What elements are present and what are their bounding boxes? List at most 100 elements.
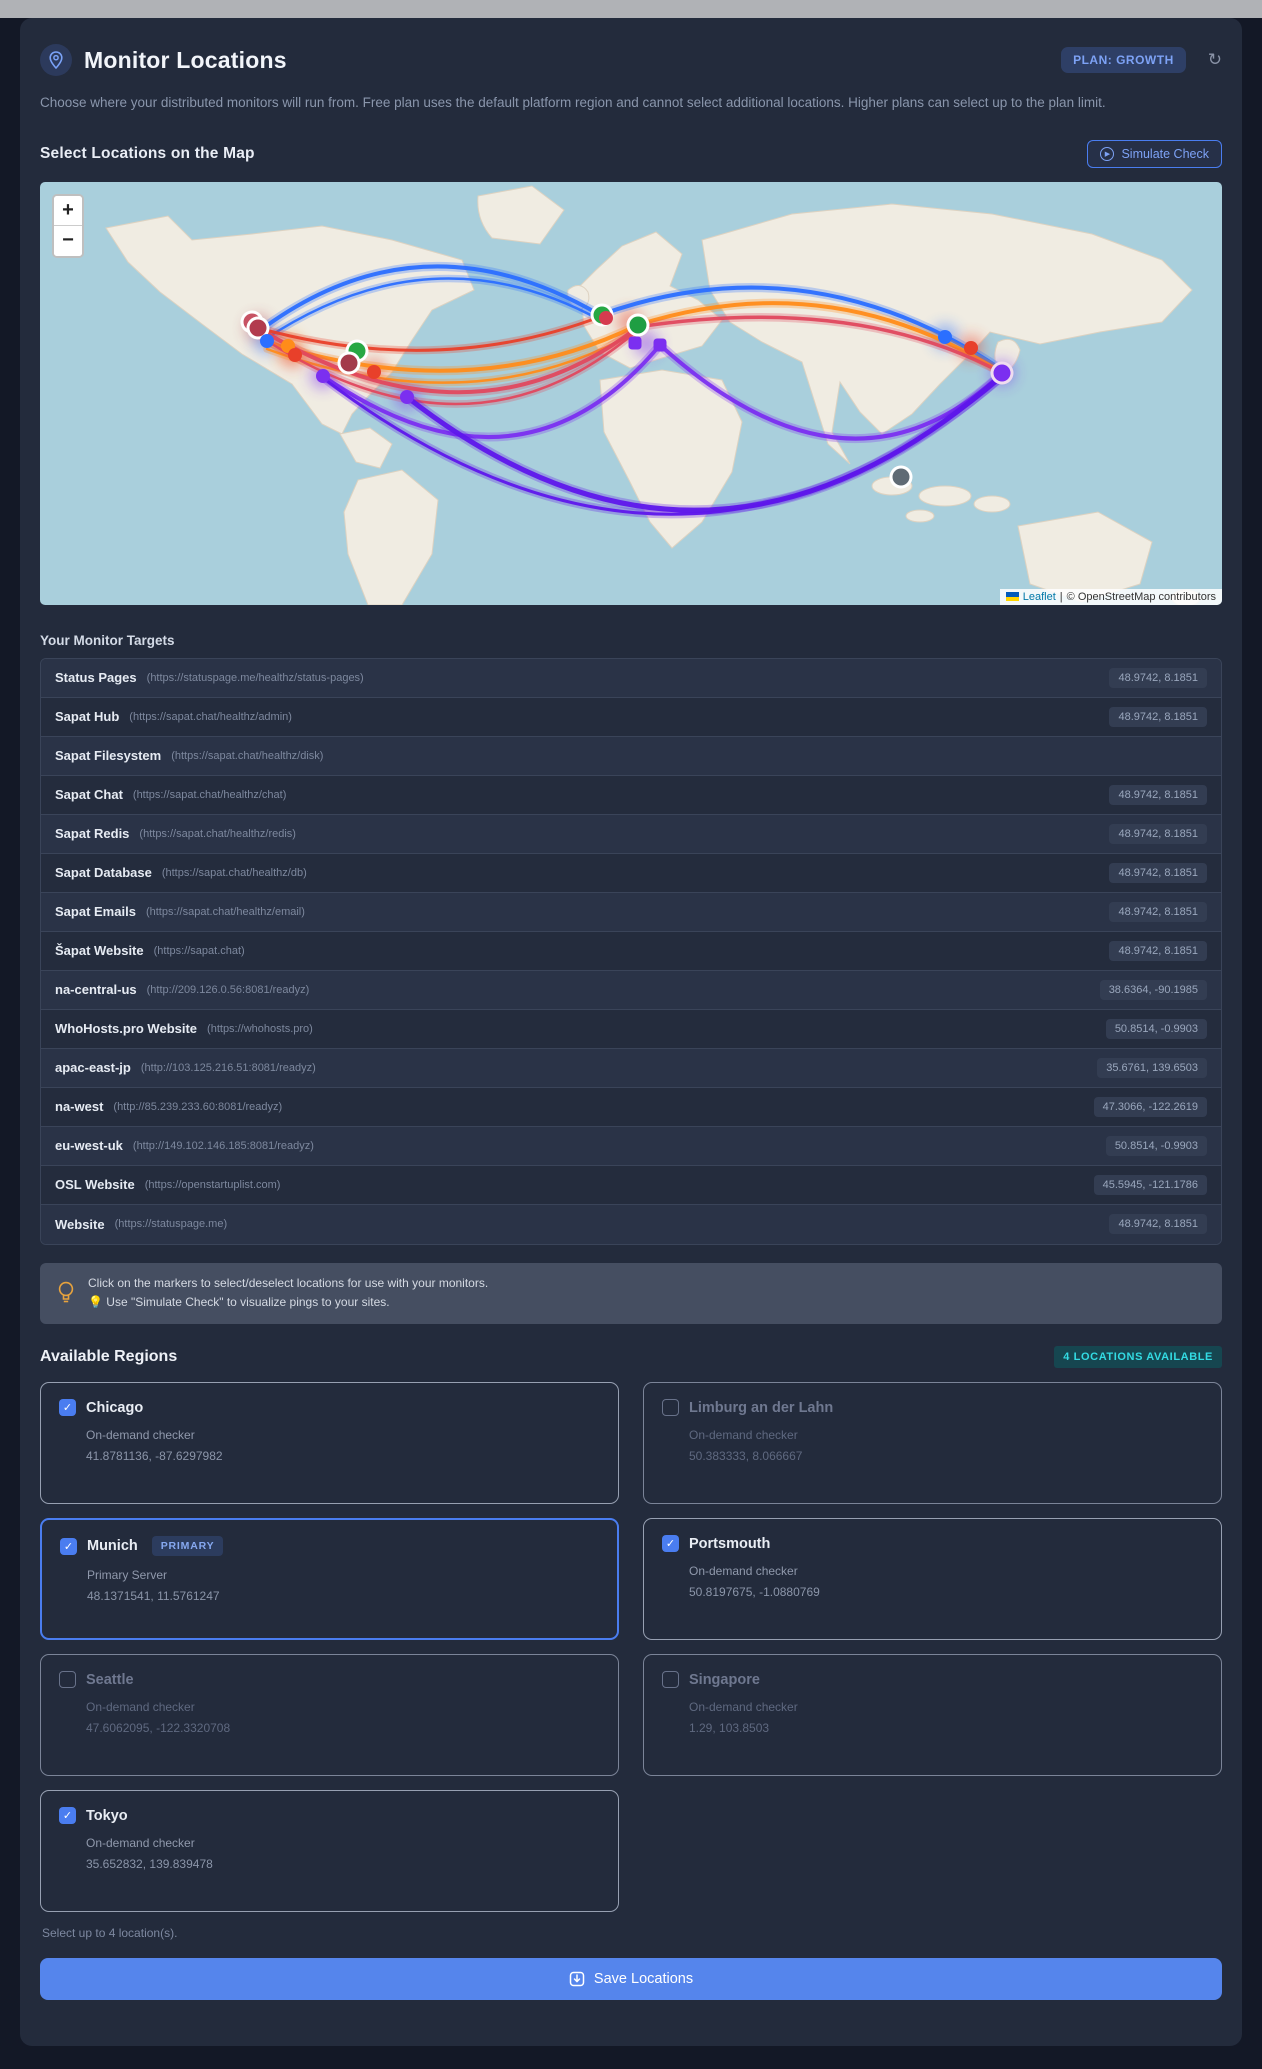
page-title: Monitor Locations (84, 46, 287, 73)
map-marker-square[interactable] (653, 338, 667, 352)
map-attribution: Leaflet | © OpenStreetMap contributors (999, 588, 1222, 605)
save-icon (569, 1971, 585, 1987)
target-row[interactable]: na-west (http://85.239.233.60:8081/readyz… (41, 1087, 1221, 1127)
plan-badge: PLAN: GROWTH (1061, 47, 1186, 73)
map-marker-dot[interactable] (316, 368, 330, 383)
region-cards-grid: ✓ Chicago On-demand checker 41.8781136, -87… (40, 1382, 1222, 1913)
target-row[interactable]: Sapat Hub (https://sapat.chat/healthz/adm… (41, 697, 1221, 737)
map-marker[interactable] (892, 468, 910, 486)
region-card-limburg-an-der-lahn[interactable]: Limburg an der Lahn On-demand checker 50.3… (643, 1382, 1222, 1505)
target-name: Šapat Website (55, 943, 144, 959)
region-name: Chicago (86, 1399, 144, 1416)
target-row[interactable]: Sapat Database (https://sapat.chat/health… (41, 853, 1221, 893)
target-coords-badge: 48.9742, 8.1851 (1109, 706, 1207, 727)
monitor-targets-list: Status Pages (https://statuspage.me/healt… (40, 657, 1222, 1245)
region-checkbox[interactable]: ✓ (60, 1537, 77, 1555)
target-url: (https://whohosts.pro) (207, 1022, 313, 1035)
map-marker-dot[interactable] (964, 340, 978, 355)
simulate-check-button[interactable]: ▶ Simulate Check (1087, 139, 1222, 168)
region-desc: On-demand checker (86, 1700, 195, 1715)
tip-line-1: Click on the markers to select/deselect … (88, 1275, 489, 1290)
osm-attribution[interactable]: © OpenStreetMap contributors (1067, 591, 1216, 603)
target-name: Sapat Hub (55, 709, 120, 725)
map-marker-dot[interactable] (599, 310, 613, 325)
region-checkbox[interactable] (59, 1671, 76, 1689)
target-name: na-west (55, 1099, 104, 1115)
map-marker-dot[interactable] (400, 389, 414, 404)
save-locations-button[interactable]: Save Locations (40, 1958, 1222, 2001)
world-map[interactable]: + − Leaflet | © OpenStreetMap contributo… (40, 181, 1222, 605)
play-icon: ▶ (1100, 146, 1115, 161)
target-url: (https://sapat.chat/healthz/admin) (129, 710, 292, 723)
region-coords: 50.383333, 8.066667 (689, 1449, 803, 1464)
leaflet-link[interactable]: Leaflet (1023, 591, 1056, 603)
zoom-in-button[interactable]: + (54, 195, 82, 226)
target-url: (https://statuspage.me/healthz/status-pa… (146, 671, 364, 684)
target-coords-badge: 50.8514, -0.9903 (1105, 1135, 1207, 1156)
region-checkbox[interactable] (662, 1399, 679, 1417)
target-name: OSL Website (55, 1177, 135, 1193)
target-row[interactable]: WhoHosts.pro Website (https://whohosts.pr… (41, 1009, 1221, 1049)
map-marker-dot[interactable] (260, 333, 274, 348)
target-row[interactable]: Sapat Filesystem (https://sapat.chat/heal… (41, 736, 1221, 776)
region-coords: 35.652832, 139.839478 (86, 1857, 213, 1872)
target-row[interactable]: eu-west-uk (http://149.102.146.185:8081/r… (41, 1126, 1221, 1166)
region-desc: On-demand checker (86, 1836, 195, 1851)
target-row[interactable]: Sapat Chat (https://sapat.chat/healthz/ch… (41, 775, 1221, 815)
map-marker-dot[interactable] (938, 329, 952, 344)
map-marker-dot[interactable] (288, 347, 302, 362)
target-name: Sapat Emails (55, 904, 136, 920)
target-coords-badge: 48.9742, 8.1851 (1109, 823, 1207, 844)
region-card-chicago[interactable]: ✓ Chicago On-demand checker 41.8781136, -87… (40, 1382, 619, 1505)
region-desc: On-demand checker (689, 1700, 798, 1715)
map-marker-square[interactable] (628, 336, 642, 350)
target-row[interactable]: apac-east-jp (http://103.125.216.51:8081/… (41, 1048, 1221, 1088)
region-card-portsmouth[interactable]: ✓ Portsmouth On-demand checker 50.8197675, … (643, 1518, 1222, 1641)
target-url: (https://sapat.chat/healthz/redis) (139, 827, 296, 840)
region-name: Portsmouth (689, 1535, 771, 1552)
target-row[interactable]: Sapat Emails (https://sapat.chat/healthz/… (41, 892, 1221, 932)
region-name: Seattle (86, 1671, 134, 1688)
region-desc: Primary Server (87, 1568, 168, 1583)
target-url: (http://103.125.216.51:8081/readyz) (140, 1061, 316, 1074)
target-row[interactable]: Sapat Redis (https://sapat.chat/healthz/r… (41, 814, 1221, 854)
region-card-singapore[interactable]: Singapore On-demand checker 1.29, 103.8503 (643, 1654, 1222, 1777)
map-marker[interactable] (249, 319, 267, 337)
target-name: Sapat Filesystem (55, 748, 162, 764)
target-row[interactable]: OSL Website (https://openstartuplist.com)… (41, 1165, 1221, 1205)
map-marker[interactable] (629, 316, 647, 334)
target-coords-badge: 38.6364, -90.1985 (1099, 979, 1207, 1000)
zoom-out-button[interactable]: − (54, 225, 82, 256)
region-card-tokyo[interactable]: ✓ Tokyo On-demand checker 35.652832, 139.83… (40, 1790, 619, 1913)
region-checkbox[interactable]: ✓ (59, 1807, 76, 1825)
target-name: Status Pages (55, 670, 137, 686)
target-url: (https://openstartuplist.com) (144, 1178, 281, 1191)
region-name: Singapore (689, 1671, 760, 1688)
map-marker[interactable] (993, 364, 1011, 382)
target-name: apac-east-jp (55, 1060, 131, 1076)
target-row[interactable]: Status Pages (https://statuspage.me/healt… (41, 658, 1221, 698)
map-marker[interactable] (340, 354, 358, 372)
target-url: (https://sapat.chat) (153, 944, 245, 957)
target-row[interactable]: Šapat Website (https://sapat.chat) 48.9742… (41, 931, 1221, 971)
target-coords-badge: 48.9742, 8.1851 (1109, 784, 1207, 805)
region-desc: On-demand checker (689, 1428, 798, 1443)
target-name: Sapat Database (55, 865, 152, 881)
target-row[interactable]: na-central-us (http://209.126.0.56:8081/r… (41, 970, 1221, 1010)
region-coords: 1.29, 103.8503 (689, 1721, 770, 1736)
target-url: (https://sapat.chat/healthz/db) (161, 866, 307, 879)
target-name: WhoHosts.pro Website (55, 1021, 198, 1037)
region-checkbox[interactable] (662, 1671, 679, 1689)
region-card-seattle[interactable]: Seattle On-demand checker 47.6062095, -122… (40, 1654, 619, 1777)
target-name: Sapat Chat (55, 787, 123, 803)
page-description: Choose where your distributed monitors w… (40, 95, 1106, 110)
target-coords-badge: 48.9742, 8.1851 (1109, 667, 1207, 688)
refresh-icon[interactable]: ↻ (1208, 50, 1222, 70)
target-row[interactable]: Website (https://statuspage.me) 48.9742, 8… (41, 1204, 1221, 1244)
regions-heading: Available Regions (40, 1348, 178, 1366)
map-marker-dot[interactable] (367, 364, 381, 379)
region-card-munich[interactable]: ✓ Munich PRIMARY Primary Server 48.1371541, … (40, 1518, 619, 1641)
location-pin-icon (40, 44, 72, 76)
region-checkbox[interactable]: ✓ (59, 1399, 76, 1417)
region-checkbox[interactable]: ✓ (662, 1535, 679, 1553)
